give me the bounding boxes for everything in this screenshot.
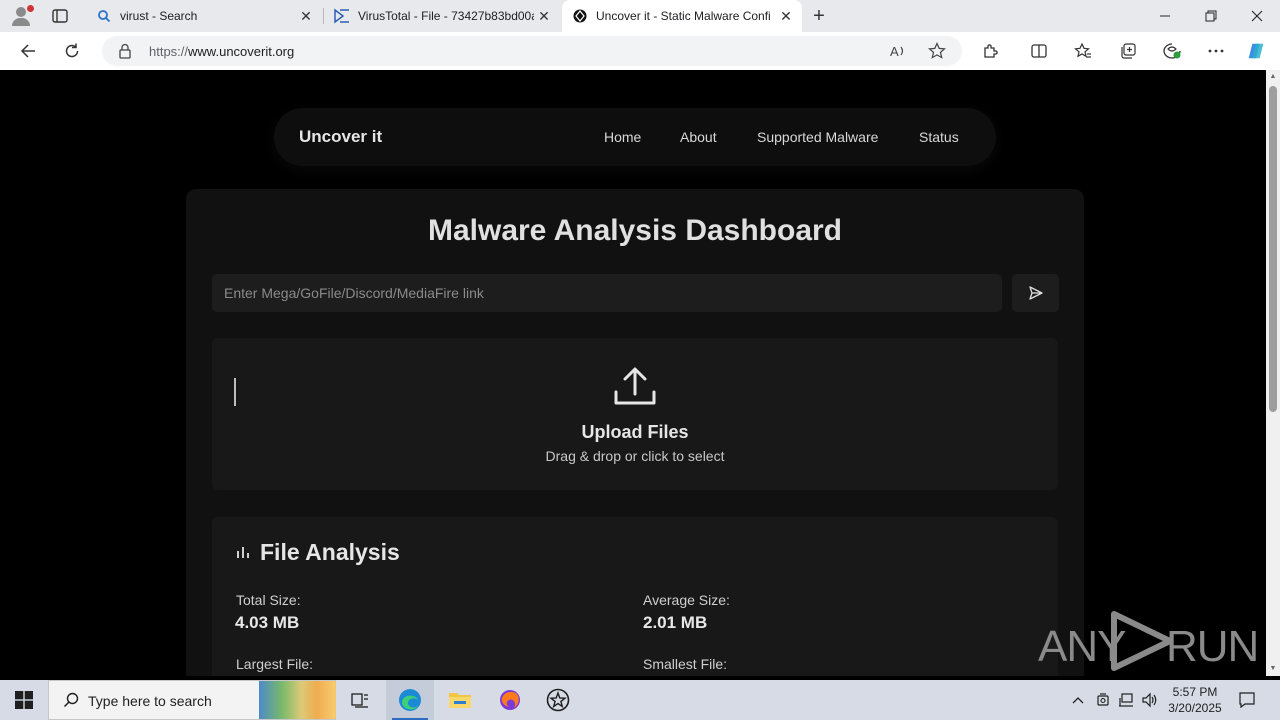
close-tab-icon[interactable]: ✕ xyxy=(296,6,316,26)
firefox-icon[interactable] xyxy=(486,680,534,720)
clock-time: 5:57 PM xyxy=(1172,685,1218,699)
tab-label: VirusTotal - File - 73427b83bd00a xyxy=(358,9,534,23)
smallest-file-label: Smallest File: xyxy=(643,656,728,672)
read-aloud-icon[interactable]: A xyxy=(889,42,907,60)
profile-avatar-icon[interactable] xyxy=(8,4,36,28)
text-caret xyxy=(234,378,236,406)
more-options-icon[interactable] xyxy=(1206,41,1226,61)
scroll-down-icon[interactable]: ▼ xyxy=(1269,665,1277,673)
task-view-icon[interactable] xyxy=(336,680,384,720)
edge-taskbar-icon[interactable] xyxy=(386,680,434,720)
site-navbar: Uncover it Home About Supported Malware … xyxy=(274,108,996,166)
extensions-icon[interactable] xyxy=(981,41,1001,61)
page-scrollbar[interactable]: ▲ ▼ xyxy=(1266,70,1280,676)
device-icon[interactable] xyxy=(1093,690,1113,710)
notifications-icon[interactable] xyxy=(1237,690,1257,710)
svg-text:A: A xyxy=(890,44,899,59)
nav-link-status[interactable]: Status xyxy=(919,129,959,145)
tab-label: Uncover it - Static Malware Confi xyxy=(596,9,771,23)
nav-link-about[interactable]: About xyxy=(680,129,717,145)
lock-icon[interactable] xyxy=(118,43,132,64)
restore-icon[interactable] xyxy=(1188,0,1234,32)
address-bar[interactable]: https://www.uncoverit.org A xyxy=(102,36,962,66)
browser-toolbar: https://www.uncoverit.org A xyxy=(0,32,1280,70)
close-tab-icon[interactable]: ✕ xyxy=(534,6,554,26)
bar-chart-icon xyxy=(237,547,249,558)
virustotal-icon xyxy=(334,8,350,24)
copilot-icon[interactable] xyxy=(1246,41,1266,61)
scrollbar-thumb[interactable] xyxy=(1269,86,1277,412)
total-size-label: Total Size: xyxy=(236,592,301,608)
url-text[interactable]: https://www.uncoverit.org xyxy=(149,44,294,59)
site-favicon xyxy=(572,8,588,24)
back-icon[interactable] xyxy=(14,37,42,65)
upload-dropzone[interactable]: Upload Files Drag & drop or click to sel… xyxy=(212,338,1058,490)
link-input[interactable] xyxy=(212,274,1002,312)
search-placeholder: Type here to search xyxy=(88,693,212,709)
windows-taskbar: Type here to search 5:57 PM 3/20/2025 xyxy=(0,680,1280,720)
taskbar-clock[interactable]: 5:57 PM 3/20/2025 xyxy=(1162,684,1228,716)
page-title: Malware Analysis Dashboard xyxy=(427,214,843,247)
search-icon xyxy=(63,692,79,708)
total-size-value: 4.03 MB xyxy=(235,613,300,632)
tab-actions-icon[interactable] xyxy=(50,6,70,26)
page-viewport: Uncover it Home About Supported Malware … xyxy=(4,70,1266,676)
new-tab-icon[interactable]: + xyxy=(808,5,830,27)
favorites-icon[interactable] xyxy=(1073,41,1093,61)
show-hidden-icons-icon[interactable] xyxy=(1068,690,1088,710)
windows-start-icon[interactable] xyxy=(0,680,48,720)
app-star-icon[interactable] xyxy=(534,680,582,720)
tab-uncoverit[interactable]: Uncover it - Static Malware Confi ✕ xyxy=(562,0,802,32)
submit-link-button[interactable] xyxy=(1012,274,1059,312)
nav-link-supported-malware[interactable]: Supported Malware xyxy=(757,129,878,145)
refresh-icon[interactable] xyxy=(58,37,86,65)
upload-title: Upload Files xyxy=(581,422,689,442)
send-icon xyxy=(1028,286,1043,300)
split-screen-icon[interactable] xyxy=(1029,41,1049,61)
network-icon[interactable] xyxy=(1116,690,1136,710)
dashboard-panel: Malware Analysis Dashboard Upload Files … xyxy=(186,189,1084,676)
favorite-star-icon[interactable] xyxy=(928,42,946,60)
tab-virustotal[interactable]: VirusTotal - File - 73427b83bd00a ✕ xyxy=(324,0,560,32)
file-explorer-icon[interactable] xyxy=(436,680,484,720)
clock-date: 3/20/2025 xyxy=(1168,701,1222,715)
largest-file-label: Largest File: xyxy=(236,656,314,672)
file-analysis-card: File Analysis Total Size: 4.03 MB Averag… xyxy=(212,517,1058,676)
browser-essentials-icon[interactable] xyxy=(1162,41,1182,61)
close-window-icon[interactable] xyxy=(1234,0,1280,32)
average-size-label: Average Size: xyxy=(643,592,730,608)
average-size-value: 2.01 MB xyxy=(643,613,708,632)
nav-link-home[interactable]: Home xyxy=(604,129,641,145)
file-analysis-title: File Analysis xyxy=(260,539,400,565)
browser-tab-bar: virust - Search ✕ VirusTotal - File - 73… xyxy=(0,0,1280,32)
upload-subtitle: Drag & drop or click to select xyxy=(545,448,725,464)
search-highlight-image xyxy=(259,681,336,719)
minimize-icon[interactable] xyxy=(1142,0,1188,32)
search-icon xyxy=(96,8,112,24)
collections-icon[interactable] xyxy=(1118,41,1138,61)
upload-icon xyxy=(614,367,656,405)
taskbar-search-box[interactable]: Type here to search xyxy=(48,680,336,720)
tab-label: virust - Search xyxy=(120,9,198,23)
tab-search[interactable]: virust - Search ✕ xyxy=(86,0,322,32)
close-tab-icon[interactable]: ✕ xyxy=(776,6,796,26)
volume-icon[interactable] xyxy=(1140,690,1160,710)
site-brand[interactable]: Uncover it xyxy=(299,127,382,147)
anyrun-watermark: ANY RUN xyxy=(1038,608,1259,672)
scroll-up-icon[interactable]: ▲ xyxy=(1269,73,1277,81)
